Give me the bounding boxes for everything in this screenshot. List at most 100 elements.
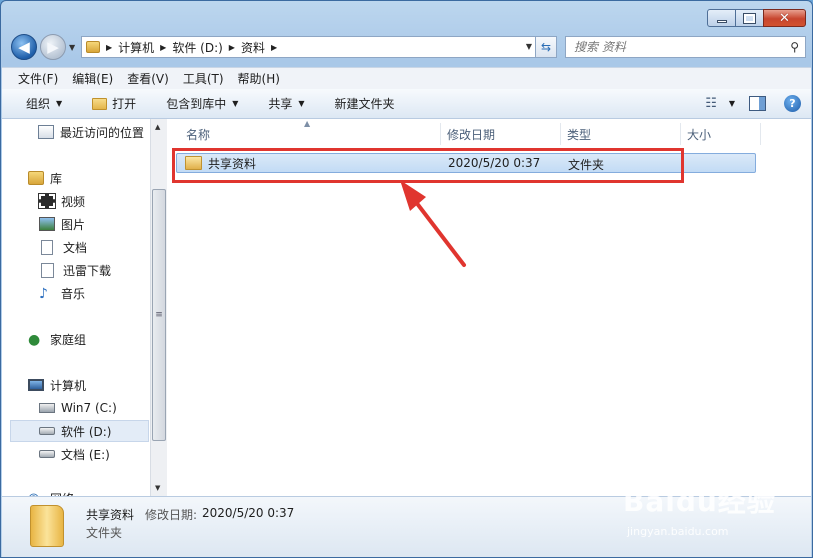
watermark-url: jingyan.baidu.com [627, 525, 729, 538]
content-area: 最近访问的位置 库 视频 图片 文档 迅雷下载 ♪ 音乐 ● 家庭组 计算机 W… [2, 119, 811, 496]
minimize-icon [716, 19, 727, 23]
menu-help[interactable]: 帮助(H) [238, 70, 280, 87]
drive-c-icon [39, 403, 55, 413]
breadcrumb-separator-icon[interactable]: ▶ [106, 43, 112, 52]
organize-button[interactable]: 组织 ▼ [26, 95, 62, 112]
help-icon[interactable]: ? [784, 95, 801, 112]
include-library-label: 包含到库中 [166, 97, 227, 111]
close-button[interactable]: ✕ [763, 9, 806, 27]
back-button[interactable]: ◀ [11, 34, 37, 60]
scroll-down-icon[interactable]: ▼ [155, 484, 160, 492]
details-date-label: 修改日期: [145, 508, 198, 522]
chevron-down-icon: ▼ [56, 99, 63, 108]
navigation-scrollbar[interactable]: ▲ ≡ ▼ [150, 119, 167, 496]
address-bar[interactable]: ▶ 计算机 ▶ 软件 (D:) ▶ 资料 ▶ ▼ [81, 36, 537, 58]
forward-button[interactable]: ▶ [40, 34, 66, 60]
breadcrumb-computer[interactable]: 计算机 [118, 39, 154, 56]
include-in-library-button[interactable]: 包含到库中 ▼ [166, 95, 238, 112]
refresh-button[interactable]: ⇆ [535, 36, 557, 58]
details-date: 2020/5/20 0:37 [202, 506, 295, 520]
picture-icon [39, 217, 55, 231]
column-header-type[interactable]: 类型 [561, 123, 681, 145]
recent-icon [38, 125, 54, 139]
drive-icon [39, 450, 55, 458]
sidebar-item-label: 迅雷下载 [63, 263, 112, 278]
music-icon: ♪ [39, 286, 48, 302]
download-icon [41, 262, 54, 278]
column-header-modified[interactable]: 修改日期 [441, 123, 561, 145]
sidebar-item-computer[interactable]: 计算机 [28, 374, 86, 396]
navigation-row: ◀ ▶ ▼ ▶ 计算机 ▶ 软件 (D:) ▶ 资料 ▶ ▼ ⇆ ⚲ [9, 34, 806, 60]
sidebar-item-pictures[interactable]: 图片 [39, 213, 85, 235]
column-header-name[interactable]: 名称 [180, 123, 441, 145]
sidebar-item-label: Win7 (C:) [61, 401, 117, 415]
document-icon [41, 239, 53, 255]
annotation-arrow-icon [400, 180, 466, 267]
maximize-icon [743, 12, 756, 24]
watermark-logo: Baidu经验 [623, 485, 776, 518]
toolbar-right: ☷ ▼ ? [705, 95, 801, 112]
breadcrumb-folder[interactable]: 资料 [241, 39, 265, 56]
menu-bar: 文件(F) 编辑(E) 查看(V) 工具(T) 帮助(H) [2, 67, 811, 89]
command-bar: 组织 ▼ 打开 包含到库中 ▼ 共享 ▼ 新建文件夹 ☷ ▼ ? [2, 89, 811, 119]
sidebar-item-music[interactable]: ♪ 音乐 [39, 282, 85, 304]
new-folder-label: 新建文件夹 [334, 97, 395, 111]
views-dropdown-icon[interactable]: ▼ [729, 99, 735, 108]
refresh-icon: ⇆ [540, 40, 552, 54]
search-icon[interactable]: ⚲ [790, 40, 799, 54]
sidebar-item-drive-c[interactable]: Win7 (C:) [39, 397, 117, 419]
sidebar-item-recent[interactable]: 最近访问的位置 [38, 121, 144, 143]
open-button[interactable]: 打开 [92, 95, 136, 112]
breadcrumb-drive-d[interactable]: 软件 (D:) [172, 39, 222, 56]
navigation-pane: 最近访问的位置 库 视频 图片 文档 迅雷下载 ♪ 音乐 ● 家庭组 计算机 W… [2, 119, 150, 496]
views-icon[interactable]: ☷ [705, 96, 717, 111]
menu-tools[interactable]: 工具(T) [183, 70, 224, 87]
share-button[interactable]: 共享 ▼ [268, 95, 304, 112]
sidebar-item-xunlei[interactable]: 迅雷下载 [41, 259, 111, 281]
sidebar-item-documents[interactable]: 文档 [41, 236, 87, 258]
scroll-up-icon[interactable]: ▲ [155, 123, 160, 131]
breadcrumb-separator-icon[interactable]: ▶ [160, 43, 166, 52]
sidebar-item-homegroup[interactable]: ● 家庭组 [28, 328, 86, 350]
preview-pane-icon[interactable] [749, 96, 766, 111]
maximize-button[interactable] [736, 9, 763, 27]
recent-pages-dropdown-icon[interactable]: ▼ [69, 43, 75, 52]
menu-view[interactable]: 查看(V) [127, 70, 169, 87]
breadcrumb-separator-icon[interactable]: ▶ [271, 43, 277, 52]
drive-icon [39, 427, 55, 435]
caption-buttons: ✕ [707, 9, 806, 27]
sidebar-item-video[interactable]: 视频 [38, 190, 86, 212]
sidebar-item-label: 库 [50, 171, 63, 186]
sidebar-item-library[interactable]: 库 [28, 167, 62, 189]
forward-arrow-icon: ▶ [47, 38, 59, 56]
sidebar-item-label: 软件 (D:) [61, 424, 112, 439]
open-folder-icon [92, 97, 108, 110]
search-input[interactable] [574, 40, 774, 54]
menu-edit[interactable]: 编辑(E) [72, 70, 113, 87]
search-box[interactable]: ⚲ [565, 36, 806, 58]
menu-file[interactable]: 文件(F) [18, 70, 58, 87]
back-arrow-icon: ◀ [18, 38, 30, 56]
file-list-pane: ▲ 名称 修改日期 类型 大小 共享资料 2020/5/20 0:37 文件夹 [168, 119, 811, 496]
address-dropdown-icon[interactable]: ▼ [526, 42, 532, 51]
folder-large-icon [30, 505, 64, 547]
chevron-down-icon: ▼ [232, 99, 239, 108]
sidebar-item-drive-d[interactable]: 软件 (D:) [10, 420, 149, 442]
sidebar-item-drive-e[interactable]: 文档 (E:) [39, 443, 110, 465]
sidebar-item-label: 最近访问的位置 [60, 125, 145, 140]
minimize-button[interactable] [707, 9, 736, 27]
sidebar-item-label: 文档 [63, 240, 88, 255]
breadcrumb-separator-icon[interactable]: ▶ [229, 43, 235, 52]
close-icon: ✕ [779, 10, 790, 26]
sidebar-item-label: 文档 (E:) [61, 447, 110, 462]
scrollbar-thumb[interactable]: ≡ [152, 189, 166, 441]
column-header-size[interactable]: 大小 [681, 123, 761, 145]
details-name: 共享资料 [86, 508, 135, 522]
sidebar-item-label: 家庭组 [50, 332, 87, 347]
library-icon [28, 171, 44, 185]
sidebar-item-network[interactable]: ◉ 网络 [28, 487, 74, 496]
new-folder-button[interactable]: 新建文件夹 [335, 95, 395, 112]
chevron-down-icon: ▼ [298, 99, 305, 108]
sidebar-item-label: 视频 [61, 194, 86, 209]
computer-icon [28, 379, 44, 391]
